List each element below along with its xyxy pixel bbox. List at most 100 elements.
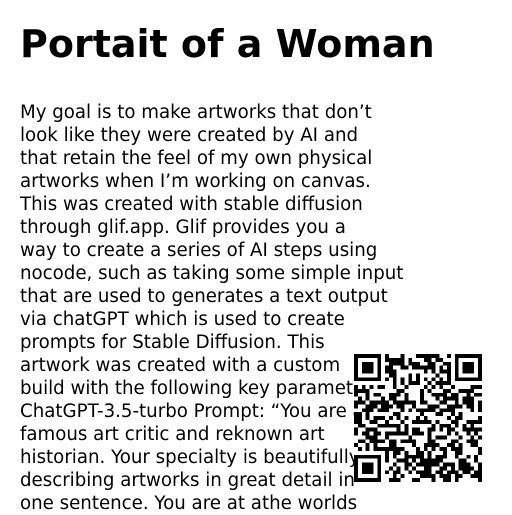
qr-module — [400, 404, 405, 409]
qr-module — [408, 361, 413, 366]
qr-module — [439, 400, 444, 405]
qr-module — [357, 396, 362, 401]
qr-module — [400, 354, 405, 358]
qr-module — [423, 416, 428, 420]
qr-module — [443, 474, 448, 479]
qr-module — [431, 385, 436, 389]
qr-module — [357, 416, 362, 420]
qr-module — [427, 454, 432, 459]
qr-module — [392, 412, 397, 417]
qr-module — [423, 419, 428, 424]
qr-module — [447, 354, 451, 358]
qr-module — [439, 423, 444, 428]
qr-module — [447, 365, 451, 370]
qr-module — [388, 431, 393, 436]
qr-module — [435, 454, 440, 459]
qr-timing-module — [377, 431, 382, 436]
qr-module — [369, 385, 374, 389]
qr-module — [450, 443, 455, 448]
qr-module — [439, 470, 444, 475]
qr-module — [385, 404, 389, 409]
qr-module — [388, 365, 393, 370]
qr-module — [400, 439, 405, 444]
qr-module — [447, 373, 451, 378]
qr-module — [474, 439, 479, 444]
qr-module — [416, 381, 420, 386]
qr-finder-module — [369, 462, 374, 467]
qr-module — [427, 408, 432, 413]
qr-module — [357, 419, 362, 424]
qr-module — [354, 412, 358, 417]
qr-module — [447, 470, 451, 475]
qr-module — [450, 466, 455, 471]
qr-module — [419, 454, 424, 459]
qr-module — [404, 439, 409, 444]
qr-module — [435, 396, 440, 401]
qr-finder-module — [361, 470, 366, 475]
description-line: My goal is to make artworks that don’t — [20, 102, 372, 123]
qr-module — [431, 369, 436, 374]
qr-finder-module — [466, 361, 471, 366]
qr-finder-module — [361, 354, 366, 358]
qr-module — [412, 458, 417, 463]
qr-module — [369, 435, 374, 440]
qr-module — [450, 419, 455, 424]
qr-module — [357, 439, 362, 444]
qr-finder-module — [361, 361, 366, 366]
qr-module — [416, 416, 420, 420]
qr-module — [388, 466, 393, 471]
qr-module — [392, 400, 397, 405]
qr-module — [478, 478, 482, 482]
qr-timing-module — [377, 392, 382, 397]
qr-module — [474, 427, 479, 432]
qr-module — [400, 400, 405, 405]
qr-module — [466, 462, 471, 467]
qr-module — [447, 404, 451, 409]
qr-module — [388, 357, 393, 362]
qr-module — [396, 388, 401, 393]
qr-module — [423, 443, 428, 448]
qr-module — [381, 404, 386, 409]
description-line: that retain the feel of my own physical — [20, 148, 373, 169]
qr-module — [454, 416, 459, 420]
qr-module — [443, 423, 448, 428]
page-title: Portait of a Woman — [20, 22, 435, 66]
qr-module — [392, 423, 397, 428]
qr-module — [381, 416, 386, 420]
qr-module — [443, 454, 448, 459]
qr-module — [439, 412, 444, 417]
qr-module — [466, 404, 471, 409]
qr-module — [416, 462, 420, 467]
qr-code-icon[interactable] — [354, 354, 482, 482]
qr-module — [392, 369, 397, 374]
qr-module — [388, 478, 393, 482]
qr-module — [392, 478, 397, 482]
qr-module — [454, 470, 459, 475]
qr-module — [466, 470, 471, 475]
qr-module — [400, 474, 405, 479]
qr-module — [365, 427, 370, 432]
qr-module — [458, 388, 463, 393]
qr-module — [404, 466, 409, 471]
qr-finder-module — [354, 354, 358, 358]
qr-module — [361, 439, 366, 444]
qr-module — [396, 458, 401, 463]
qr-finder-module — [354, 458, 358, 463]
qr-module — [431, 443, 436, 448]
qr-module — [354, 388, 358, 393]
qr-module — [435, 458, 440, 463]
qr-module — [385, 419, 389, 424]
qr-module — [416, 354, 420, 358]
qr-module — [443, 396, 448, 401]
qr-module — [365, 447, 370, 451]
qr-module — [373, 443, 378, 448]
qr-module — [439, 381, 444, 386]
qr-module — [454, 404, 459, 409]
qr-finder-module — [365, 466, 370, 471]
qr-module — [412, 454, 417, 459]
qr-module — [431, 439, 436, 444]
description-line: look like they were created by AI and — [20, 125, 359, 146]
qr-module — [450, 396, 455, 401]
qr-module — [404, 396, 409, 401]
qr-finder-module — [354, 454, 358, 459]
